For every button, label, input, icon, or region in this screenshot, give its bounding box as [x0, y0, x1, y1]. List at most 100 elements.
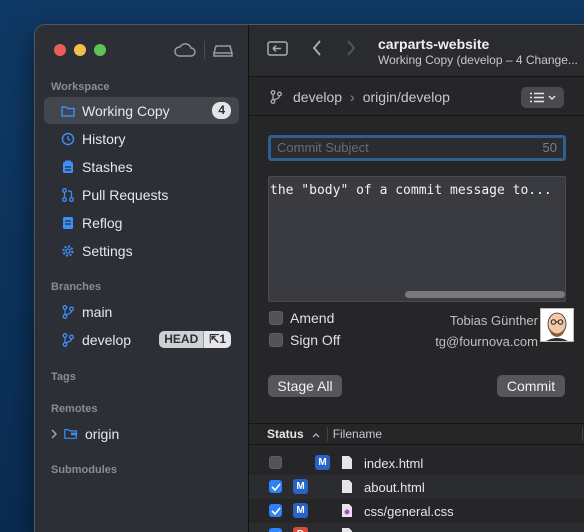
- submodules-section-title: Submodules: [51, 464, 118, 476]
- avatar: [540, 308, 574, 342]
- sidebar-item-label: Settings: [82, 242, 133, 259]
- minimize-window-button[interactable]: [74, 44, 86, 56]
- changes-count-badge: 4: [212, 102, 231, 119]
- app-window: Workspace Working Copy 4 History Stashes…: [34, 24, 584, 532]
- folder-icon: [61, 104, 75, 118]
- modified-status-badge: M: [293, 479, 308, 494]
- sidebar-item-label: main: [82, 303, 113, 320]
- signoff-label: Sign Off: [290, 332, 341, 348]
- sidebar-item-label: Stashes: [82, 158, 133, 175]
- ahead-count-value: 1: [219, 332, 226, 346]
- author-name: Tobias Günther: [449, 313, 538, 328]
- branch-breadcrumb: develop › origin/develop: [249, 78, 584, 116]
- commit-body-text: the "body" of a commit message to...: [270, 183, 552, 198]
- back-button[interactable]: [311, 39, 323, 62]
- amend-label: Amend: [290, 310, 335, 326]
- repository-subtitle: Working Copy (develop – 4 Change...: [378, 53, 578, 67]
- sidebar-item-label: develop: [82, 331, 132, 348]
- toolbar: carparts-website Working Copy (develop –…: [249, 25, 584, 77]
- reflog-icon: [61, 216, 75, 230]
- document-icon: [341, 527, 353, 532]
- sidebar-item-label: History: [82, 130, 126, 147]
- css-file-icon: [341, 503, 353, 518]
- gear-icon: [61, 244, 75, 258]
- amend-checkbox[interactable]: [269, 311, 283, 325]
- disclosure-chevron-icon[interactable]: [50, 429, 58, 439]
- head-badge: HEAD ⇱1: [159, 331, 231, 348]
- view-options-button[interactable]: [521, 87, 564, 108]
- local-branch-label[interactable]: develop: [293, 89, 342, 105]
- horizontal-scrollbar[interactable]: [405, 291, 565, 298]
- pull-request-icon: [61, 187, 75, 202]
- document-icon: [341, 479, 353, 494]
- file-name: css/general.css: [364, 504, 454, 519]
- modified-status-badge: M: [293, 503, 308, 518]
- file-row[interactable]: M css/general.css: [249, 499, 584, 523]
- file-row[interactable]: M about.html: [249, 475, 584, 499]
- sidebar-top-icons: [174, 41, 233, 59]
- drive-icon[interactable]: [213, 42, 233, 58]
- branch-icon: [270, 89, 282, 104]
- commit-subject-placeholder: Commit Subject: [277, 140, 369, 155]
- forward-button[interactable]: [345, 39, 357, 62]
- close-window-button[interactable]: [54, 44, 66, 56]
- sidebar: Workspace Working Copy 4 History Stashes…: [35, 25, 249, 532]
- arrow-up-left-icon: ⇱: [209, 332, 220, 346]
- stash-icon: [61, 160, 75, 174]
- remotes-section-title: Remotes: [51, 403, 98, 415]
- window-controls: [54, 44, 106, 56]
- sort-ascending-icon[interactable]: [312, 427, 320, 441]
- sidebar-item-stashes[interactable]: Stashes: [44, 153, 239, 180]
- sidebar-item-pull-requests[interactable]: Pull Requests: [44, 181, 239, 208]
- commit-button[interactable]: Commit: [497, 375, 565, 397]
- column-divider[interactable]: [582, 427, 583, 441]
- status-column-header[interactable]: Status: [267, 427, 304, 441]
- sidebar-item-branch-develop[interactable]: develop HEAD ⇱1: [44, 326, 239, 353]
- workspace-section-title: Workspace: [51, 81, 110, 93]
- modified-status-badge: M: [315, 455, 330, 470]
- amend-checkbox-row[interactable]: Amend: [269, 310, 334, 326]
- stage-checkbox[interactable]: [269, 456, 282, 469]
- commit-subject-input[interactable]: Commit Subject 50: [268, 135, 566, 161]
- signoff-checkbox[interactable]: [269, 333, 283, 347]
- file-name: index.html: [364, 456, 424, 471]
- sidebar-item-label: Pull Requests: [82, 186, 169, 203]
- head-label: HEAD: [159, 331, 204, 348]
- sidebar-item-branch-main[interactable]: main: [44, 298, 239, 325]
- sidebar-item-reflog[interactable]: Reflog: [44, 209, 239, 236]
- branches-section-title: Branches: [51, 281, 102, 293]
- stage-all-button[interactable]: Stage All: [268, 375, 342, 397]
- file-row[interactable]: D: [249, 523, 584, 532]
- stage-checkbox[interactable]: [269, 480, 282, 493]
- stage-checkbox[interactable]: [269, 528, 282, 532]
- file-row[interactable]: M index.html: [249, 451, 584, 475]
- sidebar-item-remote-origin[interactable]: origin: [44, 420, 239, 447]
- file-list-header: Status Filename: [249, 423, 584, 445]
- remote-branch-label[interactable]: origin/develop: [363, 89, 450, 105]
- sidebar-item-history[interactable]: History: [44, 125, 239, 152]
- zoom-window-button[interactable]: [94, 44, 106, 56]
- open-repository-button[interactable]: [267, 39, 289, 62]
- sidebar-item-label: Reflog: [82, 214, 123, 231]
- toolbar-divider: [204, 41, 205, 59]
- sidebar-item-label: origin: [85, 425, 120, 442]
- column-divider[interactable]: [326, 427, 328, 441]
- signoff-checkbox-row[interactable]: Sign Off: [269, 332, 340, 348]
- repository-title: carparts-website: [378, 36, 490, 52]
- history-icon: [61, 132, 75, 146]
- cloud-icon[interactable]: [174, 42, 196, 58]
- document-icon: [341, 455, 353, 470]
- filename-column-header[interactable]: Filename: [333, 427, 382, 441]
- branch-icon: [61, 332, 75, 347]
- deleted-status-badge: D: [293, 527, 308, 532]
- commit-body-input[interactable]: the "body" of a commit message to...: [268, 176, 566, 302]
- sidebar-item-settings[interactable]: Settings: [44, 237, 239, 264]
- sidebar-item-working-copy[interactable]: Working Copy 4: [44, 97, 239, 124]
- sidebar-item-label: Working Copy: [82, 102, 170, 119]
- branch-icon: [61, 304, 75, 319]
- stage-checkbox[interactable]: [269, 504, 282, 517]
- subject-char-count: 50: [542, 140, 557, 155]
- remote-folder-icon: [64, 427, 78, 441]
- chevron-right-icon: ›: [350, 88, 355, 105]
- main-panel: carparts-website Working Copy (develop –…: [249, 25, 584, 532]
